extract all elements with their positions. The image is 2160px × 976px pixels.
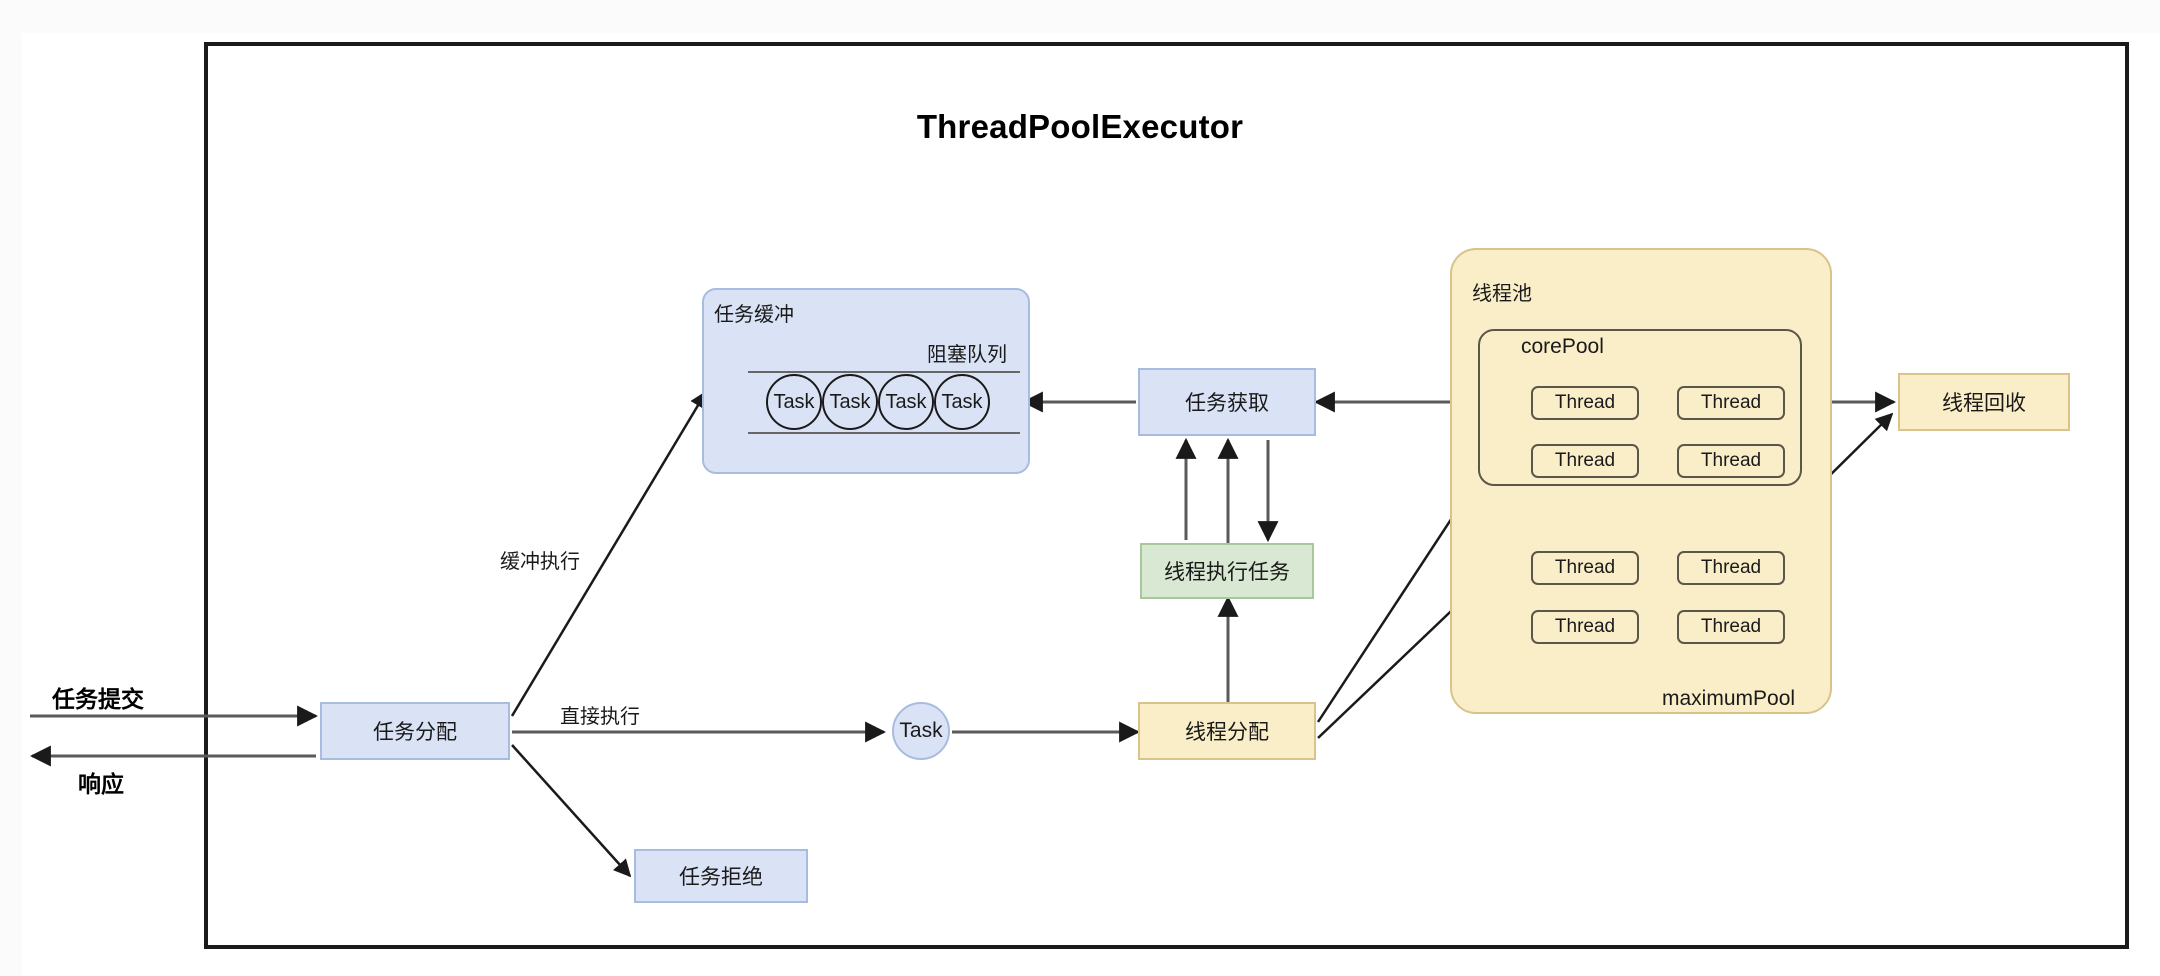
label-core-pool: corePool [1521, 335, 1604, 358]
core-thread-label: Thread [1554, 392, 1616, 413]
max-thread-chip[interactable]: Thread [1531, 610, 1639, 644]
connector-layer [29, 42, 2129, 949]
label-maximum-pool: maximumPool [1662, 687, 1796, 710]
label-task-buffer: 任务缓冲 [714, 304, 794, 326]
node-thread-recycle-label: 线程回收 [1942, 392, 2026, 415]
queue-rail-bottom [748, 432, 1020, 434]
node-task-token[interactable]: Task [892, 702, 950, 760]
max-thread-chip[interactable]: Thread [1531, 551, 1639, 585]
diagram-title: ThreadPoolExecutor [916, 108, 1244, 145]
core-thread-chip[interactable]: Thread [1677, 386, 1785, 420]
core-thread-label: Thread [1554, 450, 1616, 471]
node-thread-dispatch[interactable]: 线程分配 [1138, 702, 1316, 760]
core-thread-label: Thread [1700, 450, 1762, 471]
max-thread-label: Thread [1554, 616, 1616, 637]
queue-task-label: Task [941, 390, 983, 413]
queue-task-label: Task [829, 390, 871, 413]
edge-task-reject [511, 744, 632, 878]
queue-rail-top [748, 371, 1020, 373]
label-response: 响应 [78, 771, 124, 797]
node-task-fetch[interactable]: 任务获取 [1138, 368, 1316, 436]
node-thread-exec-task-label: 线程执行任务 [1164, 561, 1290, 584]
label-buffered-exec: 缓冲执行 [500, 551, 580, 573]
max-thread-label: Thread [1700, 557, 1762, 578]
max-thread-label: Thread [1554, 557, 1616, 578]
queue-task-circle[interactable]: Task [766, 374, 822, 430]
label-thread-pool: 线程池 [1472, 283, 1532, 305]
max-thread-chip[interactable]: Thread [1677, 610, 1785, 644]
label-blocking-queue: 阻塞队列 [927, 344, 1007, 366]
diagram-canvas: ThreadPoolExecutor 任务提交 响应 缓冲执行 直接执行 任务分… [0, 0, 2160, 976]
core-thread-chip[interactable]: Thread [1677, 444, 1785, 478]
core-thread-chip[interactable]: Thread [1531, 444, 1639, 478]
outer-frame-rect [204, 42, 2129, 949]
node-task-fetch-label: 任务获取 [1185, 392, 1269, 415]
node-thread-dispatch-label: 线程分配 [1185, 721, 1269, 744]
node-task-dispatch[interactable]: 任务分配 [320, 702, 510, 760]
label-task-submit: 任务提交 [52, 686, 144, 712]
node-task-reject[interactable]: 任务拒绝 [634, 849, 808, 903]
node-task-token-label: Task [899, 719, 943, 742]
node-task-reject-label: 任务拒绝 [679, 866, 763, 889]
max-thread-label: Thread [1700, 616, 1762, 637]
queue-task-circle[interactable]: Task [934, 374, 990, 430]
node-thread-exec-task[interactable]: 线程执行任务 [1140, 543, 1314, 599]
queue-task-circle[interactable]: Task [822, 374, 878, 430]
label-direct-exec: 直接执行 [560, 706, 640, 728]
node-task-dispatch-label: 任务分配 [373, 721, 457, 744]
core-thread-label: Thread [1700, 392, 1762, 413]
queue-task-circle[interactable]: Task [878, 374, 934, 430]
max-thread-chip[interactable]: Thread [1677, 551, 1785, 585]
core-thread-chip[interactable]: Thread [1531, 386, 1639, 420]
node-thread-recycle[interactable]: 线程回收 [1898, 373, 2070, 431]
queue-task-label: Task [773, 390, 815, 413]
queue-task-label: Task [885, 390, 927, 413]
